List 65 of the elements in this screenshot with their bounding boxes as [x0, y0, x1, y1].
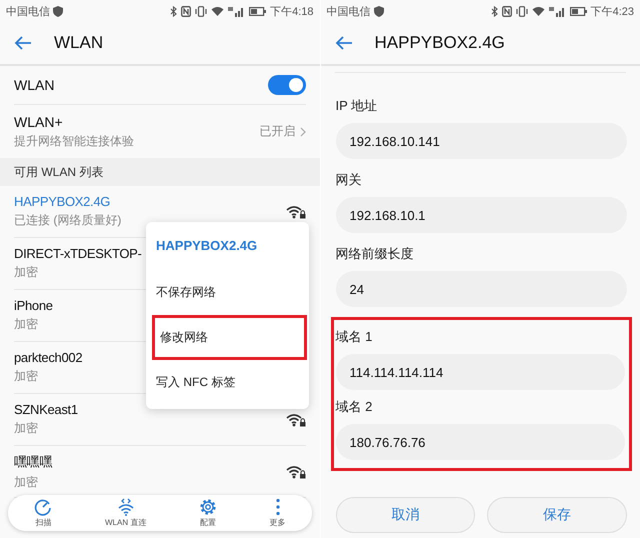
shield-icon — [53, 6, 63, 16]
dialog-button[interactable]: 保存 — [487, 497, 627, 533]
toolbar-button[interactable]: 扫描 — [34, 498, 52, 528]
network-status: 加密 — [14, 264, 38, 281]
network-name[interactable]: HAPPYBOX2.4G — [14, 194, 110, 209]
refresh-icon — [34, 498, 52, 516]
field-label: 网关 — [336, 171, 362, 189]
clock: 下午4:18 — [270, 4, 314, 18]
network-name[interactable]: iPhone — [14, 298, 53, 313]
battery-icon — [249, 6, 266, 16]
wlan-toggle[interactable] — [268, 75, 306, 95]
network-status: 加密 — [14, 474, 38, 490]
field-label: 域名 1 — [336, 328, 374, 346]
toolbar-button[interactable]: WLAN 直连 — [104, 498, 146, 528]
nfc-icon — [181, 6, 192, 16]
carrier-name: 中国电信 — [326, 4, 370, 18]
setting-label: WLAN — [14, 77, 56, 93]
settings-icon — [198, 498, 217, 516]
menu-item[interactable]: 写入 NFC 标签 — [146, 360, 309, 405]
battery-icon — [570, 6, 587, 16]
back-icon[interactable] — [334, 36, 352, 50]
setting-value: 已开启 — [260, 123, 296, 140]
signal-icon — [548, 6, 566, 16]
back-icon[interactable] — [14, 36, 32, 50]
network-status: 加密 — [14, 316, 38, 333]
setting-description: 提升网络智能连接体验 — [14, 132, 135, 150]
network-name[interactable]: parktech002 — [14, 350, 82, 365]
wifi-direct-icon — [116, 498, 135, 516]
network-status: 加密 — [14, 420, 38, 437]
toolbar-button[interactable]: 配置 — [198, 498, 217, 528]
carrier-name: 中国电信 — [6, 4, 50, 18]
menu-title: HAPPYBOX2.4G — [155, 237, 258, 255]
network-status: 已连接 (网络质量好) — [14, 212, 122, 229]
input-field[interactable]: 24 — [336, 271, 627, 307]
network-status: 加密 — [14, 368, 38, 385]
vibrate-icon — [195, 6, 208, 16]
dialog-button[interactable]: 取消 — [336, 497, 476, 533]
network-name[interactable]: 嘿嘿嘿 — [14, 452, 52, 470]
menu-item[interactable]: 修改网络 — [152, 315, 307, 360]
nfc-icon — [502, 6, 512, 16]
more-icon — [274, 498, 281, 516]
field-label: 网络前缀长度 — [336, 245, 414, 263]
field-label: 域名 2 — [336, 398, 374, 416]
network-name[interactable]: DIRECT-xTDESKTOP- — [14, 246, 142, 261]
vibrate-icon — [516, 6, 528, 16]
signal-icon — [228, 6, 246, 16]
network-name[interactable]: SZNKeast1 — [14, 402, 78, 417]
input-field[interactable]: 114.114.114.114 — [336, 354, 625, 390]
wifi-icon — [532, 6, 545, 16]
section-header: 可用 WLAN 列表 — [0, 158, 320, 186]
page-title: HAPPYBOX2.4G — [374, 33, 505, 53]
bluetooth-icon — [490, 6, 498, 16]
wifi-icon — [211, 6, 224, 16]
input-field[interactable]: 192.168.10.1 — [336, 197, 627, 233]
input-field[interactable]: 192.168.10.141 — [336, 123, 627, 159]
clock: 下午4:23 — [590, 4, 634, 18]
bluetooth-icon — [170, 6, 178, 16]
input-field[interactable]: 180.76.76.76 — [336, 424, 625, 460]
page-title: WLAN — [54, 33, 104, 53]
setting-label: WLAN+ — [14, 114, 64, 130]
toolbar-button[interactable]: 更多 — [270, 498, 286, 528]
chevron-icon — [300, 126, 306, 136]
field-label: IP 地址 — [336, 97, 378, 115]
menu-item[interactable]: 不保存网络 — [146, 270, 309, 315]
shield-icon — [374, 6, 384, 16]
